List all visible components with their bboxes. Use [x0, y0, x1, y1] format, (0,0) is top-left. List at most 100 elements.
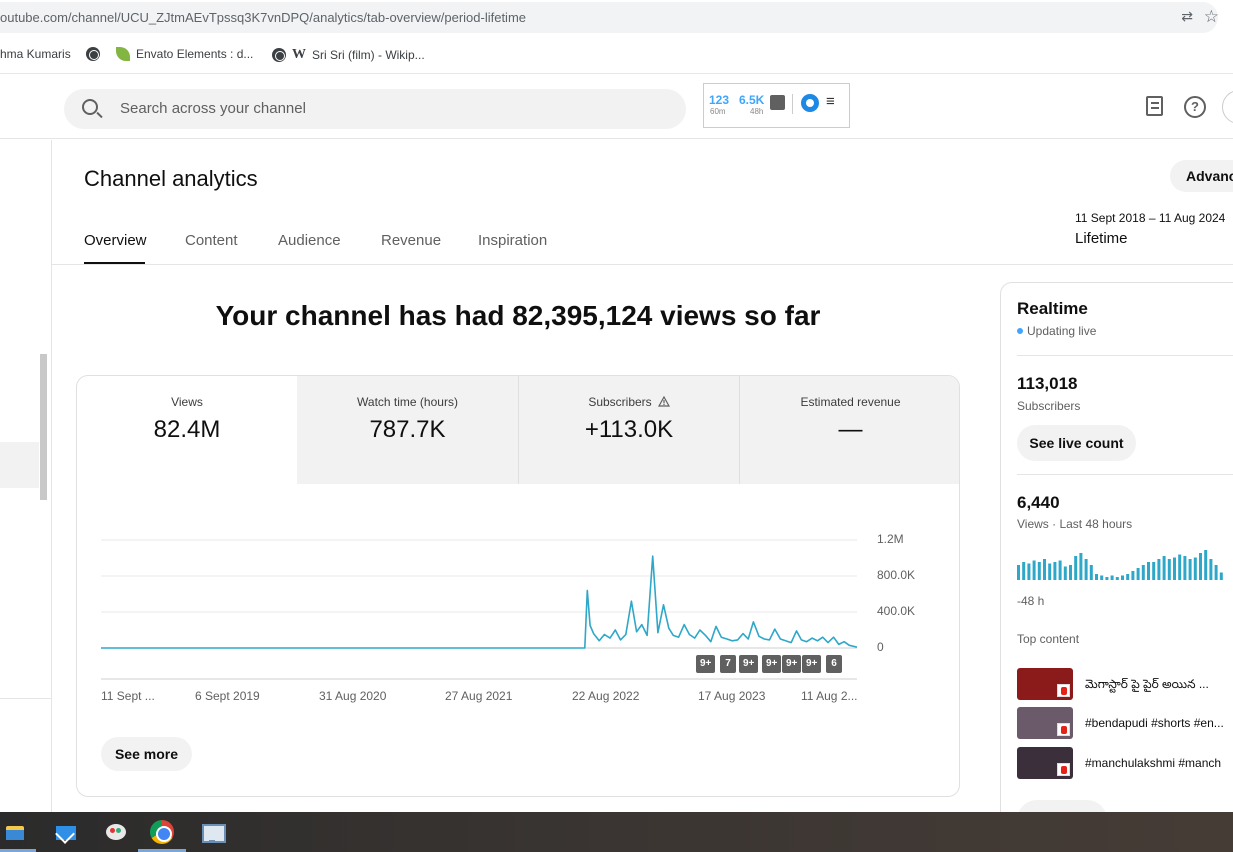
search-bar[interactable]: Search across your channel — [64, 89, 686, 129]
bookmark-label: Sri Sri (film) - Wikip... — [312, 48, 425, 62]
envato-leaf-icon — [116, 47, 130, 61]
realtime-bar — [1178, 554, 1182, 580]
advanced-mode-button[interactable]: Advanc — [1170, 160, 1233, 192]
x-tick-label: 6 Sept 2019 — [195, 689, 260, 703]
url-text[interactable]: outube.com/channel/UCU_ZJtmAEvTpssq3K7vn… — [0, 10, 526, 25]
bookmark-star-icon[interactable]: ☆ — [1204, 7, 1219, 27]
realtime-views-bars[interactable] — [1017, 548, 1233, 582]
realtime-bar — [1121, 575, 1124, 580]
help-icon[interactable]: ? — [1184, 96, 1206, 118]
search-icon[interactable] — [82, 99, 98, 115]
x-tick-label: 27 Aug 2021 — [445, 689, 513, 703]
video-publish-badge[interactable]: 9+ — [762, 655, 782, 673]
browser-url-bar: outube.com/channel/UCU_ZJtmAEvTpssq3K7vn… — [0, 0, 1233, 36]
see-live-count-button[interactable]: See live count — [1017, 425, 1136, 461]
x-tick-label: 11 Aug 2... — [801, 689, 858, 703]
realtime-subscribers-value: 113,018 — [1017, 374, 1078, 393]
y-tick-label: 1.2M — [877, 532, 904, 546]
period-selector[interactable]: Lifetime — [1075, 230, 1128, 247]
see-more-button[interactable]: See more — [101, 737, 192, 771]
chrome-icon[interactable] — [150, 820, 174, 844]
tab-audience[interactable]: Audience — [278, 232, 341, 249]
realtime-bar — [1069, 565, 1072, 580]
realtime-bar — [1214, 565, 1218, 580]
realtime-bar — [1126, 574, 1130, 580]
video-publish-badge[interactable]: 6 — [826, 655, 842, 673]
search-input[interactable]: Search across your channel — [120, 100, 306, 117]
video-title: మెగాస్టార్ పై పైర్ అయిన ... — [1085, 677, 1209, 691]
vidiq-extension-widget[interactable]: 123 6.5K 60m 48h ≡ — [703, 83, 850, 128]
realtime-bar — [1141, 565, 1145, 580]
divider — [1017, 355, 1233, 356]
top-content-item[interactable]: #manchulakshmi #manch — [1017, 747, 1233, 779]
realtime-axis-start: -48 h — [1017, 594, 1045, 608]
video-publish-badge[interactable]: 7 — [720, 655, 736, 673]
bookmarks-bar: hma Kumaris Envato Elements : d... W Sri… — [0, 36, 1233, 74]
sidebar-item-analytics[interactable] — [0, 442, 39, 488]
metric-watch-time-tab[interactable]: Watch time (hours) 787.7K — [297, 376, 518, 484]
bookmark-item[interactable]: hma Kumaris — [0, 47, 71, 61]
bookmark-item-wikipedia[interactable]: W Sri Sri (film) - Wikip... — [272, 47, 425, 63]
metric-label: Views — [171, 395, 203, 409]
video-publish-badge[interactable]: 9+ — [696, 655, 716, 673]
realtime-bar — [1167, 559, 1171, 580]
studio-header: Search across your channel 123 6.5K 60m … — [0, 75, 1233, 139]
top-content-item[interactable]: మెగాస్టార్ పై పైర్ అయిన ... — [1017, 668, 1233, 700]
extension-logo-icon[interactable] — [801, 94, 819, 112]
realtime-bar — [1063, 566, 1067, 580]
video-publish-badge[interactable]: 9+ — [782, 655, 802, 673]
feedback-icon[interactable] — [1146, 96, 1163, 116]
realtime-bar — [1074, 556, 1078, 580]
metric-label: Subscribers — [519, 395, 739, 409]
tab-inspiration[interactable]: Inspiration — [478, 232, 547, 249]
video-publish-badge[interactable]: 9+ — [739, 655, 759, 673]
metric-value: 787.7K — [369, 416, 446, 443]
realtime-bar — [1058, 560, 1062, 580]
realtime-bar — [1131, 571, 1135, 580]
realtime-bar — [1157, 559, 1161, 580]
metric-subscribers-tab[interactable]: Subscribers +113.0K — [519, 376, 739, 484]
tab-content[interactable]: Content — [185, 232, 238, 249]
tab-overview[interactable]: Overview — [84, 232, 147, 249]
file-explorer-icon[interactable] — [2, 820, 26, 844]
translate-icon[interactable]: ⇄ — [1181, 8, 1193, 25]
bar-chart-icon[interactable] — [770, 95, 785, 110]
top-content-item[interactable]: #bendapudi #shorts #en... — [1017, 707, 1233, 739]
realtime-bar — [1032, 560, 1036, 580]
paint-icon[interactable] — [104, 820, 128, 844]
bookmark-item[interactable] — [86, 47, 100, 61]
realtime-bar — [1110, 575, 1114, 580]
metric-revenue-tab[interactable]: Estimated revenue — — [740, 376, 959, 484]
realtime-bar — [1027, 563, 1031, 580]
realtime-bar — [1089, 565, 1093, 580]
menu-icon[interactable]: ≡ — [826, 93, 835, 110]
sidebar-scrollbar[interactable] — [40, 354, 47, 500]
top-content-label: Top content — [1017, 632, 1080, 646]
video-publish-badge[interactable]: 9+ — [802, 655, 822, 673]
create-button[interactable] — [1222, 90, 1233, 124]
globe-icon — [86, 47, 100, 61]
shorts-icon — [1057, 723, 1070, 736]
metric-views-tab[interactable]: Views 82.4M — [77, 376, 297, 484]
metric-label: Estimated revenue — [800, 395, 901, 409]
x-tick-label: 17 Aug 2023 — [698, 689, 766, 703]
metric-value: 82.4M — [153, 416, 221, 443]
realtime-bar — [1204, 550, 1208, 580]
x-tick-label: 22 Aug 2022 — [572, 689, 640, 703]
realtime-bar — [1199, 553, 1202, 580]
page-title: Channel analytics — [84, 166, 258, 191]
tab-revenue[interactable]: Revenue — [381, 232, 441, 249]
realtime-bar — [1084, 559, 1088, 580]
mail-icon[interactable] — [54, 820, 78, 844]
warning-icon[interactable] — [657, 396, 670, 407]
metric-label: Watch time (hours) — [357, 395, 458, 409]
realtime-bar — [1147, 562, 1150, 580]
divider — [1017, 474, 1233, 475]
realtime-bar — [1037, 562, 1041, 580]
views-series-line — [101, 555, 858, 649]
date-range[interactable]: 11 Sept 2018 – 11 Aug 2024 — [1075, 211, 1225, 225]
extension-count-48h: 6.5K — [739, 93, 765, 107]
realtime-bar — [1183, 556, 1187, 580]
bookmark-item-envato[interactable]: Envato Elements : d... — [116, 47, 253, 61]
remote-desktop-icon[interactable] — [200, 820, 226, 844]
